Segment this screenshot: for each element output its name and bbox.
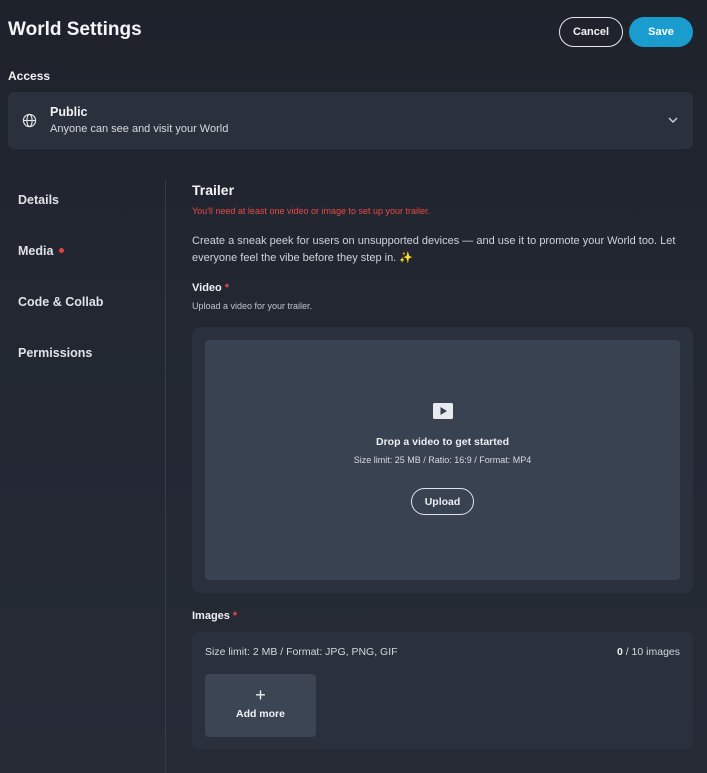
upload-button[interactable]: Upload [411, 488, 474, 515]
save-button[interactable]: Save [629, 17, 693, 47]
video-play-icon [433, 403, 453, 419]
globe-icon [22, 113, 37, 128]
dropzone-requirements: Size limit: 25 MB / Ratio: 16:9 / Format… [353, 455, 532, 465]
nav-item-media[interactable]: Media [18, 244, 65, 258]
error-message: You'll need at least one video or image … [192, 206, 431, 216]
images-count-value: 0 [616, 646, 623, 658]
images-count-suffix: / 10 images [625, 646, 680, 658]
images-count: 0 / 10 images [617, 646, 680, 658]
images-requirements: Size limit: 2 MB / Format: JPG, PNG, GIF [205, 646, 398, 658]
page-title: World Settings [8, 19, 142, 40]
access-description: Anyone can see and visit your World [50, 123, 229, 135]
dropzone-title: Drop a video to get started [375, 436, 510, 448]
section-description: Create a sneak peek for users on unsuppo… [192, 235, 676, 264]
nav-item-details[interactable]: Details [18, 193, 59, 207]
cancel-button[interactable]: Cancel [559, 17, 623, 47]
nav-item-permissions[interactable]: Permissions [18, 346, 92, 360]
chevron-down-icon [668, 117, 678, 123]
video-label-text: Video [192, 282, 222, 294]
nav-divider [165, 180, 166, 773]
access-dropdown[interactable]: Public Anyone can see and visit your Wor… [8, 92, 693, 149]
access-selected-value: Public [50, 105, 88, 119]
nav-item-label: Media [18, 244, 54, 258]
images-label: Images * [192, 610, 237, 622]
video-hint: Upload a video for your trailer. [192, 301, 313, 311]
images-label-text: Images [192, 610, 230, 622]
nav-item-label: Code & Collab [18, 295, 104, 309]
images-panel: Size limit: 2 MB / Format: JPG, PNG, GIF… [192, 632, 693, 749]
nav-item-code-collab[interactable]: Code & Collab [18, 295, 103, 309]
section-title: Trailer [192, 182, 235, 198]
header: World Settings Cancel Save [8, 17, 693, 47]
access-label: Access [8, 69, 51, 83]
required-mark: * [232, 610, 238, 622]
nav-item-label: Details [18, 193, 59, 207]
required-mark: * [224, 282, 230, 294]
add-more-images-button[interactable]: + Add more [205, 674, 316, 737]
nav-item-label: Permissions [18, 346, 93, 360]
alert-dot [59, 248, 65, 254]
video-panel: Drop a video to get started Size limit: … [192, 327, 693, 593]
video-dropzone[interactable]: Drop a video to get started Size limit: … [205, 340, 680, 580]
add-more-label: Add more [235, 708, 285, 720]
video-label: Video * [192, 282, 229, 294]
plus-icon: + [255, 685, 266, 705]
